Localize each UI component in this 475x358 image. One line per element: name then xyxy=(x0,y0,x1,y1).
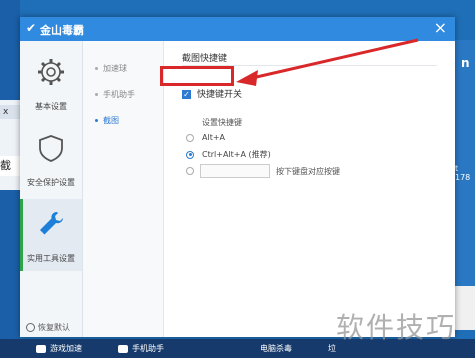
background-text: 截 xyxy=(0,156,20,176)
gamepad-icon xyxy=(36,344,46,353)
subnav-label: 加速球 xyxy=(103,64,127,73)
taskbar-item-phone-assistant[interactable]: 手机助手 xyxy=(118,343,164,354)
section-title: 截图快捷键 xyxy=(182,54,228,64)
subnav-item-speed-ball[interactable]: 加速球 xyxy=(95,63,127,74)
radio-label: Alt+A xyxy=(202,133,226,142)
radio-label: Ctrl+Alt+A (推荐) xyxy=(202,150,271,159)
background-tab: x xyxy=(0,105,20,119)
custom-key-hint: 按下键盘对应按键 xyxy=(276,167,340,176)
close-button[interactable]: × xyxy=(434,19,447,37)
window-title: 金山毒霸 xyxy=(40,24,84,37)
taskbar-label: 电脑杀毒 xyxy=(260,344,292,353)
sidebar-item-security-settings[interactable]: 安全保护设置 xyxy=(20,123,82,195)
shortcut-setting-label: 设置快捷键 xyxy=(202,118,242,127)
restore-icon xyxy=(26,323,35,332)
phone-icon xyxy=(118,344,128,353)
bullet-icon xyxy=(95,119,98,122)
titlebar: ✔ 金山毒霸 × xyxy=(20,17,455,41)
sidebar-item-basic-settings[interactable]: 基本设置 xyxy=(20,51,82,123)
background-number: t 178 xyxy=(455,164,471,182)
highlight-annotation-box xyxy=(160,66,234,86)
taskbar-item-clean[interactable]: 垃 xyxy=(328,343,336,354)
taskbar-label: 手机助手 xyxy=(132,344,164,353)
subnav-item-screenshot[interactable]: 截图 xyxy=(95,115,119,126)
sidebar-item-label: 基本设置 xyxy=(35,102,67,111)
sidebar-item-label: 安全保护设置 xyxy=(27,178,75,187)
radio-indicator xyxy=(186,166,194,175)
taskbar-item-antivirus[interactable]: 电脑杀毒 xyxy=(260,343,292,354)
radio-indicator xyxy=(186,150,194,159)
restore-label: 恢复默认 xyxy=(38,323,70,332)
settings-window: ✔ 金山毒霸 × 基本设置 安全保护设置 实用工具设置 恢复默认 加速球 手机助… xyxy=(20,17,455,337)
app-logo-icon: ✔ xyxy=(26,21,37,35)
subnav-label: 截图 xyxy=(103,116,119,125)
radio-ctrl-alt-a[interactable]: Ctrl+Alt+A (推荐) xyxy=(186,149,271,160)
radio-indicator xyxy=(186,133,194,142)
bullet-icon xyxy=(95,93,98,96)
subnav-item-phone-assistant[interactable]: 手机助手 xyxy=(95,89,135,100)
checkmark-icon: ✓ xyxy=(182,90,191,99)
bullet-icon xyxy=(95,67,98,70)
background-letter: n xyxy=(461,56,470,70)
sidebar-item-label: 实用工具设置 xyxy=(27,254,75,263)
wrench-icon xyxy=(40,212,63,235)
taskbar-label: 垃 xyxy=(328,344,336,353)
shortcut-toggle-checkbox[interactable]: ✓ 快捷键开关 xyxy=(182,87,242,100)
taskbar-item-game-boost[interactable]: 游戏加速 xyxy=(36,343,82,354)
taskbar-label: 游戏加速 xyxy=(50,344,82,353)
gear-icon xyxy=(38,59,64,85)
settings-subnav: 加速球 手机助手 截图 xyxy=(83,41,164,337)
checkbox-label: 快捷键开关 xyxy=(197,90,243,100)
sidebar-item-tools-settings[interactable]: 实用工具设置 xyxy=(20,199,82,271)
watermark-text: 软件技巧 xyxy=(336,311,457,344)
subnav-label: 手机助手 xyxy=(103,90,135,99)
settings-sidebar: 基本设置 安全保护设置 实用工具设置 恢复默认 xyxy=(20,41,83,337)
shield-icon xyxy=(39,135,63,162)
restore-defaults-button[interactable]: 恢复默认 xyxy=(26,322,70,333)
radio-alt-a[interactable]: Alt+A xyxy=(186,133,225,142)
custom-key-input[interactable] xyxy=(200,164,270,178)
